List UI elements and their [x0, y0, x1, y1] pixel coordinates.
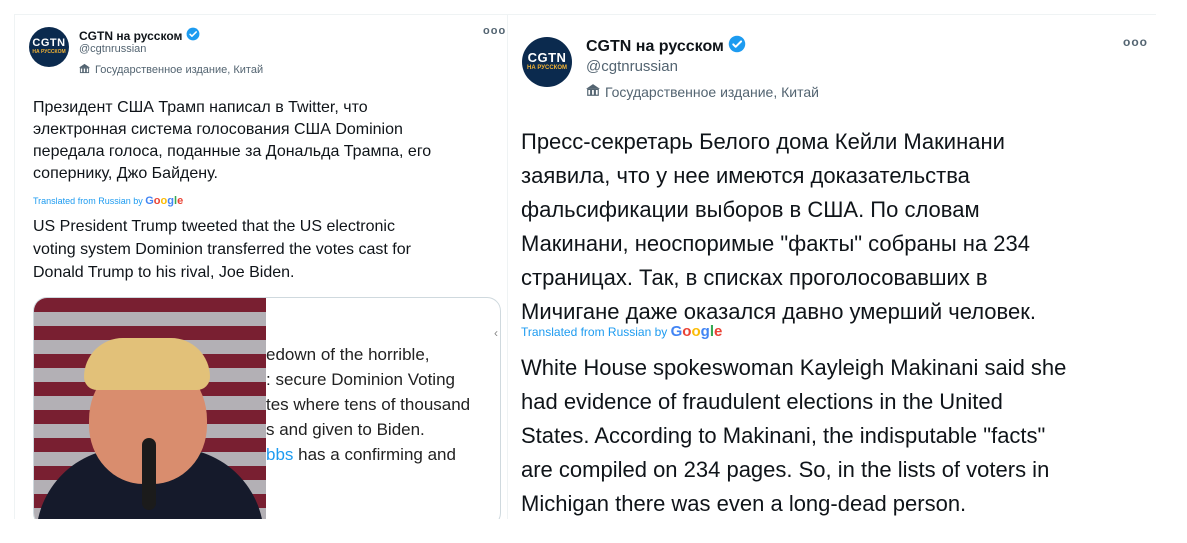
state-media-label[interactable]: Государственное издание, Китай: [586, 83, 819, 100]
tweet-text-original: Президент США Трамп написал в Twitter, ч…: [33, 99, 432, 182]
media-screenshot-text: edown of the horrible, : secure Dominion…: [266, 342, 500, 467]
avatar[interactable]: CGTN НА РУССКОМ: [29, 27, 69, 67]
state-media-building-icon: [79, 63, 90, 77]
tweet-card-right[interactable]: CGTN НА РУССКОМ CGTN на русском @cgtnrus…: [508, 14, 1156, 519]
author-name-row[interactable]: CGTN на русском: [79, 27, 200, 44]
embedded-media[interactable]: edown of the horrible, : secure Dominion…: [33, 297, 501, 519]
google-logo: Google: [670, 323, 723, 340]
state-media-building-icon: [586, 83, 600, 100]
tweet-text-original: Пресс-секретарь Белого дома Кейли Макина…: [521, 129, 1036, 324]
tweet-text-translated: US President Trump tweeted that the US e…: [33, 218, 411, 281]
more-options-icon[interactable]: ooo: [1123, 35, 1148, 49]
display-name[interactable]: CGTN на русском: [586, 38, 724, 56]
display-name[interactable]: CGTN на русском: [79, 29, 182, 43]
author-name-row[interactable]: CGTN на русском: [586, 35, 746, 58]
google-logo: Google: [145, 195, 184, 207]
state-media-label-text: Государственное издание, Китай: [605, 83, 819, 100]
more-options-icon[interactable]: ooo: [483, 25, 506, 37]
handle[interactable]: @cgtnrussian: [586, 58, 678, 75]
media-last-line: bbs has a confirming and: [266, 445, 456, 464]
media-corner-mark: ‹: [494, 326, 498, 340]
state-media-label-text: Государственное издание, Китай: [95, 64, 264, 76]
trump-photo[interactable]: [34, 298, 266, 519]
handle[interactable]: @cgtnrussian: [79, 43, 146, 55]
translation-attribution[interactable]: Translated from Russian by Google: [33, 195, 183, 207]
avatar[interactable]: CGTN НА РУССКОМ: [522, 37, 572, 87]
verified-badge-icon: [728, 35, 746, 58]
translation-attribution[interactable]: Translated from Russian by Google: [521, 323, 722, 340]
verified-badge-icon: [186, 27, 200, 44]
tweet-card-left[interactable]: CGTN НА РУССКОМ CGTN на русском @cgtnrus…: [14, 14, 508, 519]
tweet-text-translated: White House spokeswoman Kayleigh Makinan…: [521, 355, 1067, 516]
state-media-label[interactable]: Государственное издание, Китай: [79, 63, 263, 77]
